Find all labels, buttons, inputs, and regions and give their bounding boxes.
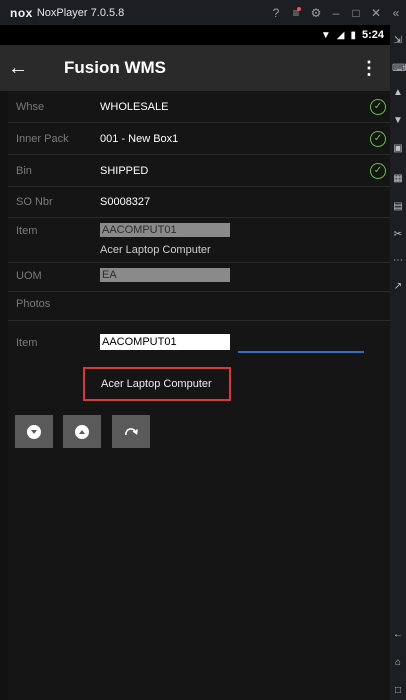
screen-icon[interactable]: ▣ [392,143,404,154]
more-icon[interactable]: ⋯ [392,255,404,266]
item-description: Acer Laptop Computer [100,244,211,256]
overflow-menu-icon[interactable]: ⋮ [360,58,378,79]
highlighted-item-description: Acer Laptop Computer [83,367,231,401]
field-value: S0008327 [100,196,151,208]
field-row-uom: UOM EA [8,263,390,292]
input-underline [238,351,364,353]
field-row-inner-pack: Inner Pack 001 - New Box1 ✓ [8,123,390,155]
field-row-bin: Bin SHIPPED ✓ [8,155,390,187]
volume-down-icon[interactable]: ▼ [392,115,404,126]
field-label: Bin [16,165,32,177]
field-value: SHIPPED [100,165,149,177]
chevron-up-icon [75,424,89,439]
fullscreen-icon[interactable]: ⇲ [392,35,404,46]
clock: 5:24 [361,29,384,41]
move-down-button[interactable] [15,415,53,448]
item-entry-label: Item [16,337,38,349]
close-icon[interactable]: ✕ [366,6,386,20]
settings-icon[interactable]: ⚙ [306,6,326,20]
redo-icon [125,427,138,435]
install-apk-icon[interactable]: ▤ [392,201,404,212]
signal-icon: ◢ [336,29,345,41]
window-controls: ? ≡ ⚙ – □ ✕ « [266,0,406,25]
collapse-sidebar-icon[interactable]: « [386,6,406,20]
volume-up-icon[interactable]: ▲ [392,87,404,98]
maximize-icon[interactable]: □ [346,6,366,20]
home-nav-icon[interactable]: ⌂ [392,657,404,668]
move-up-button[interactable] [63,415,101,448]
field-label: Item [16,225,38,237]
item-description-text: Acer Laptop Computer [101,378,212,390]
emulator-title-bar: nox NoxPlayer 7.0.5.8 ? ≡ ⚙ – □ ✕ « [0,0,406,25]
app-title: Fusion WMS [64,58,166,77]
help-icon[interactable]: ? [266,6,286,20]
back-arrow-icon[interactable]: ← [8,57,48,80]
keyboard-icon[interactable]: ⌨ [392,63,406,74]
field-row-whse: Whse WHOLESALE ✓ [8,91,390,123]
check-circle-icon: ✓ [370,163,386,179]
uom-readonly-field: EA [100,268,230,282]
field-label: SO Nbr [16,196,53,208]
field-label: Photos [16,298,51,310]
field-label: UOM [16,270,42,282]
field-row-photos: Photos [8,292,390,321]
chevron-down-icon [27,424,41,439]
check-circle-icon: ✓ [370,131,386,147]
field-label: Whse [16,101,45,113]
nox-logo: nox [10,5,33,20]
wifi-icon: ▼ [320,29,331,41]
form-content: Whse WHOLESALE ✓ Inner Pack 001 - New Bo… [8,91,390,700]
android-status-bar: ▼ ◢ ▮ 5:24 [0,25,390,45]
field-row-item: Item AACOMPUT01 Acer Laptop Computer [8,218,390,263]
check-circle-icon: ✓ [370,99,386,115]
menu-icon[interactable]: ≡ [286,6,306,20]
redo-button[interactable] [112,415,150,448]
battery-icon: ▮ [350,29,356,41]
resolution-icon[interactable]: ▦ [392,173,404,184]
item-readonly-field: AACOMPUT01 [100,223,230,237]
emulator-version: NoxPlayer 7.0.5.8 [36,6,125,19]
recent-apps-icon[interactable]: □ [392,685,404,696]
field-label: Inner Pack [16,133,69,145]
field-value: WHOLESALE [100,101,169,113]
minimize-icon[interactable]: – [326,6,346,20]
scissors-icon[interactable]: ✂ [392,229,404,240]
field-row-so-nbr: SO Nbr S0008327 [8,187,390,218]
app-bar: ← Fusion WMS ⋮ [0,45,390,91]
back-nav-icon[interactable]: ← [392,629,404,640]
emulator-sidebar: ⇲ ⌨ ▲ ▼ ▣ ▦ ▤ ✂ ⋯ ↗ ← ⌂ □ [390,25,406,700]
item-input[interactable] [100,334,230,350]
field-value: 001 - New Box1 [100,133,179,145]
external-link-icon[interactable]: ↗ [392,281,404,292]
